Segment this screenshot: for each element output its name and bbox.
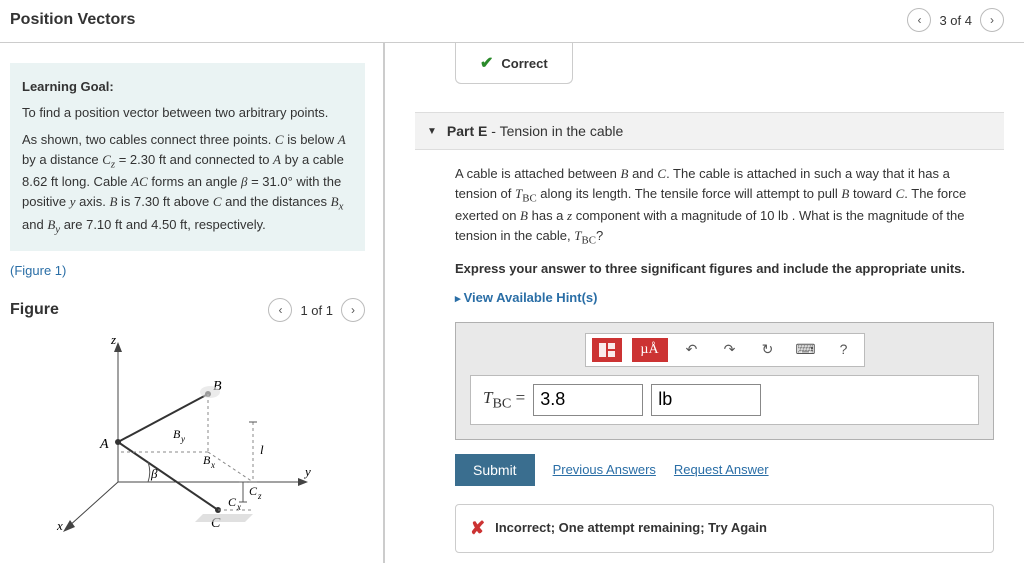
- svg-text:C: C: [228, 495, 237, 509]
- svg-text:z: z: [257, 491, 262, 501]
- answer-instruction: Express your answer to three significant…: [455, 259, 994, 279]
- figure-prev-button[interactable]: ‹: [268, 298, 292, 322]
- svg-text:y: y: [180, 434, 185, 444]
- figure-heading: Figure: [10, 301, 59, 319]
- question-prompt: A cable is attached between B and C. The…: [455, 164, 994, 249]
- svg-text:C: C: [249, 484, 258, 498]
- answer-input-row: TBC =: [470, 375, 979, 425]
- feedback-text: Incorrect; One attempt remaining; Try Ag…: [495, 518, 767, 538]
- prev-page-button[interactable]: ‹: [907, 8, 931, 32]
- keyboard-icon[interactable]: ⌨: [792, 338, 820, 362]
- next-page-button[interactable]: ›: [980, 8, 1004, 32]
- svg-text:z: z: [110, 332, 116, 347]
- page-indicator: 3 of 4: [939, 13, 972, 28]
- learning-goal-box: Learning Goal: To find a position vector…: [10, 63, 365, 251]
- correct-indicator: ✔ Correct: [455, 43, 573, 84]
- templates-icon[interactable]: [592, 338, 622, 362]
- part-dash: -: [491, 123, 499, 139]
- learning-goal-heading: Learning Goal:: [22, 77, 353, 97]
- view-hints-link[interactable]: View Available Hint(s): [455, 288, 597, 308]
- svg-text:A: A: [99, 437, 109, 452]
- answer-toolbar: µÅ ↶ ↷ ↻ ⌨ ?: [585, 333, 865, 367]
- answer-lhs: TBC =: [483, 385, 525, 415]
- answer-value-input[interactable]: [533, 384, 643, 416]
- check-icon: ✔: [480, 53, 493, 73]
- page-title: Position Vectors: [10, 11, 135, 29]
- submit-button[interactable]: Submit: [455, 454, 535, 486]
- figure-link[interactable]: (Figure 1): [10, 263, 365, 278]
- figure-page-indicator: 1 of 1: [300, 303, 333, 318]
- figure-next-button[interactable]: ›: [341, 298, 365, 322]
- help-icon[interactable]: ?: [830, 338, 858, 362]
- page-nav: ‹ 3 of 4 ›: [907, 8, 1004, 32]
- svg-text:β: β: [150, 466, 158, 481]
- svg-text:B: B: [203, 453, 211, 467]
- svg-text:l: l: [260, 442, 264, 457]
- part-title: Tension in the cable: [500, 123, 624, 139]
- svg-text:x: x: [56, 518, 63, 532]
- correct-label: Correct: [501, 56, 547, 71]
- part-header[interactable]: ▼ Part E - Tension in the cable: [415, 112, 1004, 150]
- learning-goal-body: As shown, two cables connect three point…: [22, 130, 353, 237]
- redo-icon[interactable]: ↷: [716, 338, 744, 362]
- figure-diagram: z y x A B C: [10, 322, 365, 532]
- answer-box: µÅ ↶ ↷ ↻ ⌨ ? TBC =: [455, 322, 994, 440]
- reset-icon[interactable]: ↻: [754, 338, 782, 362]
- units-icon[interactable]: µÅ: [632, 338, 668, 362]
- svg-text:x: x: [236, 502, 241, 512]
- svg-text:y: y: [303, 464, 311, 479]
- undo-icon[interactable]: ↶: [678, 338, 706, 362]
- part-label: Part E: [447, 123, 487, 139]
- svg-text:x: x: [210, 460, 215, 470]
- incorrect-icon: ✘: [470, 515, 485, 542]
- feedback-box: ✘ Incorrect; One attempt remaining; Try …: [455, 504, 994, 553]
- previous-answers-link[interactable]: Previous Answers: [553, 460, 656, 480]
- collapse-icon: ▼: [427, 126, 437, 137]
- svg-text:B: B: [173, 427, 181, 441]
- learning-goal-intro: To find a position vector between two ar…: [22, 103, 353, 123]
- request-answer-link[interactable]: Request Answer: [674, 460, 769, 480]
- answer-unit-input[interactable]: [651, 384, 761, 416]
